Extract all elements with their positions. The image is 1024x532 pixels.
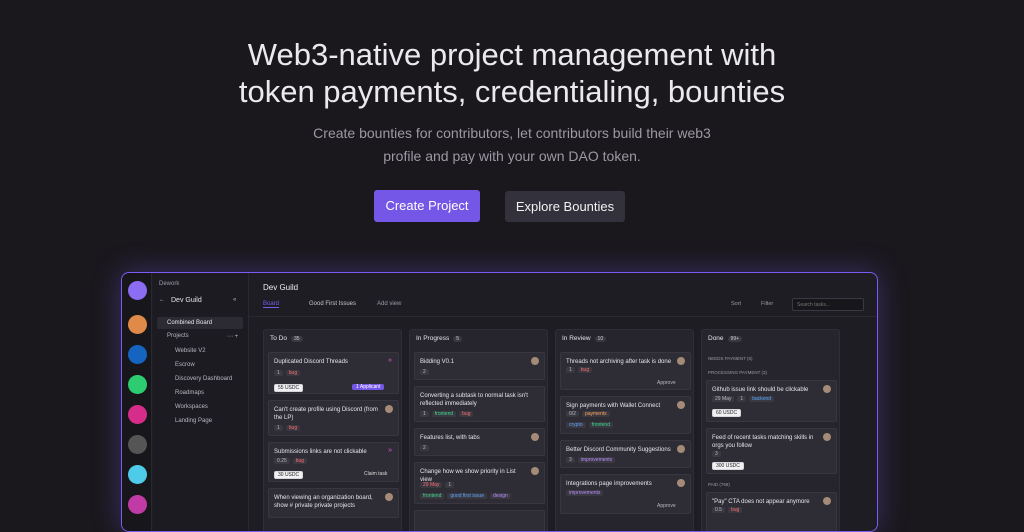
org-name: Dev Guild — [171, 297, 202, 304]
task-card[interactable]: Change how we show priority in List view… — [414, 462, 545, 504]
back-icon[interactable]: ← — [159, 297, 165, 303]
hero-subtitle-line1: Create bounties for contributors, let co… — [313, 125, 711, 141]
brand-label: Dework — [159, 281, 180, 287]
org-avatar-icon[interactable] — [128, 405, 147, 424]
sort-button[interactable]: Sort — [731, 301, 741, 307]
projects-actions[interactable]: ⋯ + — [227, 333, 238, 340]
task-card[interactable]: Better Discord Community Suggestions 3 im… — [560, 440, 691, 468]
hero-title: Web3-native project management with toke… — [0, 36, 1024, 110]
collapse-icon[interactable]: « — [233, 297, 236, 303]
org-avatar-icon[interactable] — [128, 315, 147, 334]
sidebar-project[interactable]: Roadmaps — [175, 390, 204, 396]
task-card[interactable]: "Pay" CTA does not appear anymore 0.5 bug — [706, 492, 837, 531]
column-in-progress: In Progress 5 Bidding V0.1 2 Converting a… — [409, 329, 548, 531]
task-card[interactable]: Github issue link should be clickable 29… — [706, 380, 837, 422]
task-card[interactable]: When viewing an organization board, show… — [268, 488, 399, 518]
org-rail — [122, 273, 152, 531]
hero-title-line2: token payments, credentialing, bounties — [238, 74, 786, 109]
filter-button[interactable]: Filter — [761, 301, 773, 307]
org-avatar-icon[interactable] — [128, 465, 147, 484]
task-card[interactable]: Bidding V0.1 2 — [414, 352, 545, 380]
task-card[interactable]: Features list, with tabs 2 — [414, 428, 545, 456]
task-card[interactable]: Integrations page improvements improveme… — [560, 474, 691, 514]
hero-subtitle-line2: profile and pay with your own DAO token. — [383, 148, 641, 164]
task-card[interactable]: Can't create profile using Discord (from… — [268, 400, 399, 436]
task-card[interactable]: Converting a subtask to normal task isn'… — [414, 386, 545, 422]
sidebar-project[interactable]: Workspaces — [175, 404, 208, 410]
column-todo: To Do 35 Duplicated Discord Threads» 1 bug… — [263, 329, 402, 531]
sidebar-project[interactable]: Landing Page — [175, 418, 212, 424]
paid-label[interactable]: PAID (768) — [708, 482, 730, 487]
org-avatar-icon[interactable] — [128, 435, 147, 454]
task-card[interactable]: Duplicated Discord Threads» 1 bug 55 USDC… — [268, 352, 399, 394]
column-in-review: In Review 10 Threads not archiving after … — [555, 329, 694, 531]
home-icon[interactable] — [128, 281, 147, 300]
task-card[interactable]: Submissions links are not clickable» 0.2… — [268, 442, 399, 482]
board-main: Dev Guild Board Good First Issues Add vi… — [249, 273, 877, 531]
column-header: In Progress 5 — [416, 335, 463, 342]
dework-logo-icon[interactable] — [128, 495, 147, 514]
needs-payment-label[interactable]: NEEDS PAYMENT (6) — [708, 356, 753, 361]
column-header: In Review 10 — [562, 335, 607, 342]
column-done: Done 99+ NEEDS PAYMENT (6) PROCESSING PAY… — [701, 329, 840, 531]
search-input[interactable] — [792, 298, 864, 311]
task-card[interactable]: Threads not archiving after task is done… — [560, 352, 691, 390]
column-header: Done 99+ — [708, 335, 743, 342]
board-header: Dev Guild Board Good First Issues Add vi… — [249, 273, 877, 317]
org-avatar-icon[interactable] — [128, 375, 147, 394]
hero-title-line1: Web3-native project management with — [247, 37, 777, 72]
project-title: Dev Guild — [263, 283, 299, 292]
hero-subtitle: Create bounties for contributors, let co… — [0, 122, 1024, 168]
projects-label: Projects — [167, 333, 189, 339]
app-preview: Dework ← Dev Guild « Combined Board Proj… — [121, 272, 878, 532]
processing-payment-label[interactable]: PROCESSING PAYMENT (3) — [708, 370, 767, 375]
combined-board-link[interactable]: Combined Board — [157, 317, 243, 329]
sidebar-project[interactable]: Discovery Dashboard — [175, 376, 232, 382]
tab-good-first-issues[interactable]: Good First Issues — [309, 301, 356, 307]
tab-board[interactable]: Board — [263, 301, 280, 308]
org-avatar-icon[interactable] — [128, 345, 147, 364]
explore-bounties-button[interactable]: Explore Bounties — [505, 191, 625, 222]
task-card[interactable]: Sign payments with Wallet Connect 0/2 pay… — [560, 396, 691, 434]
task-card[interactable]: Feed of recent tasks matching skills in … — [706, 428, 837, 474]
create-project-button[interactable]: Create Project — [374, 190, 480, 222]
sidebar-project[interactable]: Escrow — [175, 362, 195, 368]
sidebar-project[interactable]: Website V2 — [175, 348, 206, 354]
add-view-button[interactable]: Add view — [377, 301, 401, 307]
column-header: To Do 35 — [270, 335, 303, 342]
sidebar: Dework ← Dev Guild « Combined Board Proj… — [153, 273, 249, 531]
task-card[interactable] — [414, 510, 545, 531]
